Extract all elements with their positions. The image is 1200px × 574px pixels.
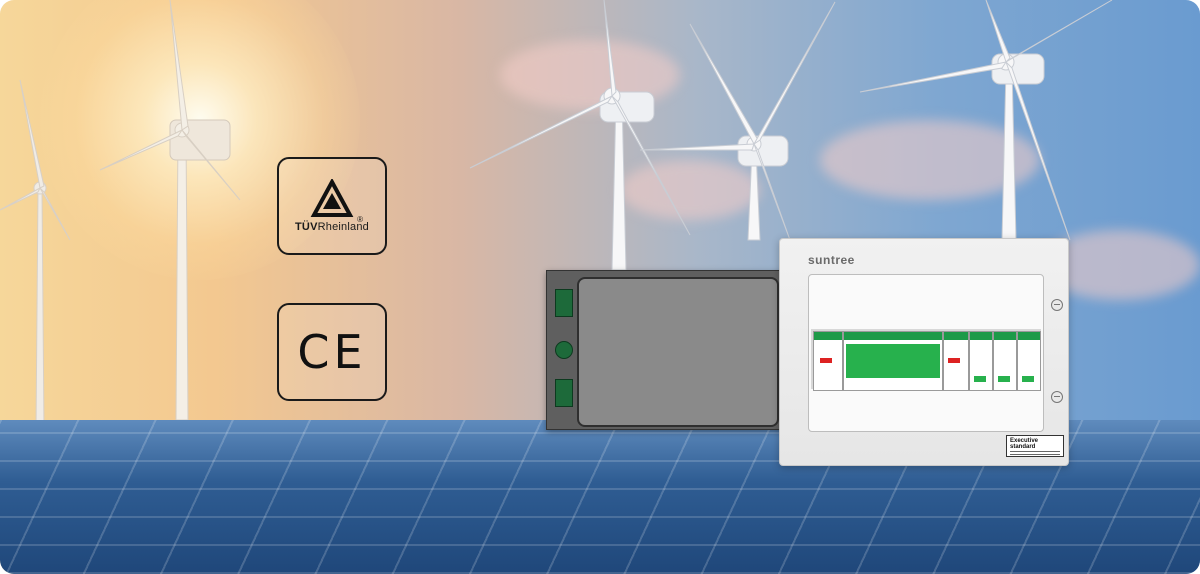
fuse-module xyxy=(969,331,993,391)
tuv-triangle-icon xyxy=(310,179,354,217)
wind-turbine xyxy=(0,79,71,431)
door-hinge xyxy=(555,379,573,407)
specification-label: Executive standard xyxy=(1006,435,1064,457)
fuse-indicator xyxy=(1022,376,1034,382)
ce-certification-badge: CE xyxy=(277,303,387,401)
module-header xyxy=(844,332,942,340)
registered-mark: ® xyxy=(357,215,363,224)
panel-screw xyxy=(1051,299,1063,311)
surge-protector-module xyxy=(813,331,843,391)
module-header xyxy=(970,332,992,340)
label-fine-print xyxy=(1010,451,1060,457)
module-header xyxy=(1018,332,1040,340)
banner-scene: TÜVRheinland ® CE suntree Executive stan… xyxy=(0,0,1200,574)
wind-turbine xyxy=(99,0,241,421)
wind-turbine xyxy=(859,0,1113,241)
door-hinge xyxy=(555,289,573,317)
status-indicator xyxy=(820,358,832,363)
pv-combiner-box: suntree Executive standard xyxy=(779,238,1069,466)
surge-protector-module xyxy=(943,331,969,391)
label-title: Executive standard xyxy=(1010,438,1039,450)
fuse-module xyxy=(993,331,1017,391)
module-header xyxy=(944,332,968,340)
ce-mark: CE xyxy=(297,325,367,379)
panel-screw xyxy=(1051,391,1063,403)
status-indicator xyxy=(948,358,960,363)
breaker-panel xyxy=(808,274,1044,432)
breaker-switch xyxy=(846,344,940,378)
door-latch xyxy=(555,341,573,359)
tuv-rheinland-certification-badge: TÜVRheinland ® xyxy=(277,157,387,255)
breaker-module xyxy=(843,331,943,391)
module-header xyxy=(814,332,842,340)
module-header xyxy=(994,332,1016,340)
fuse-module xyxy=(1017,331,1041,391)
fuse-indicator xyxy=(974,376,986,382)
enclosure-door xyxy=(546,270,806,430)
fuse-indicator xyxy=(998,376,1010,382)
door-window xyxy=(577,277,779,427)
tuv-wordmark-bold: TÜV xyxy=(295,221,318,233)
product-brand-logo: suntree xyxy=(808,253,855,267)
wind-turbine xyxy=(469,0,691,271)
wind-turbine xyxy=(639,1,836,241)
